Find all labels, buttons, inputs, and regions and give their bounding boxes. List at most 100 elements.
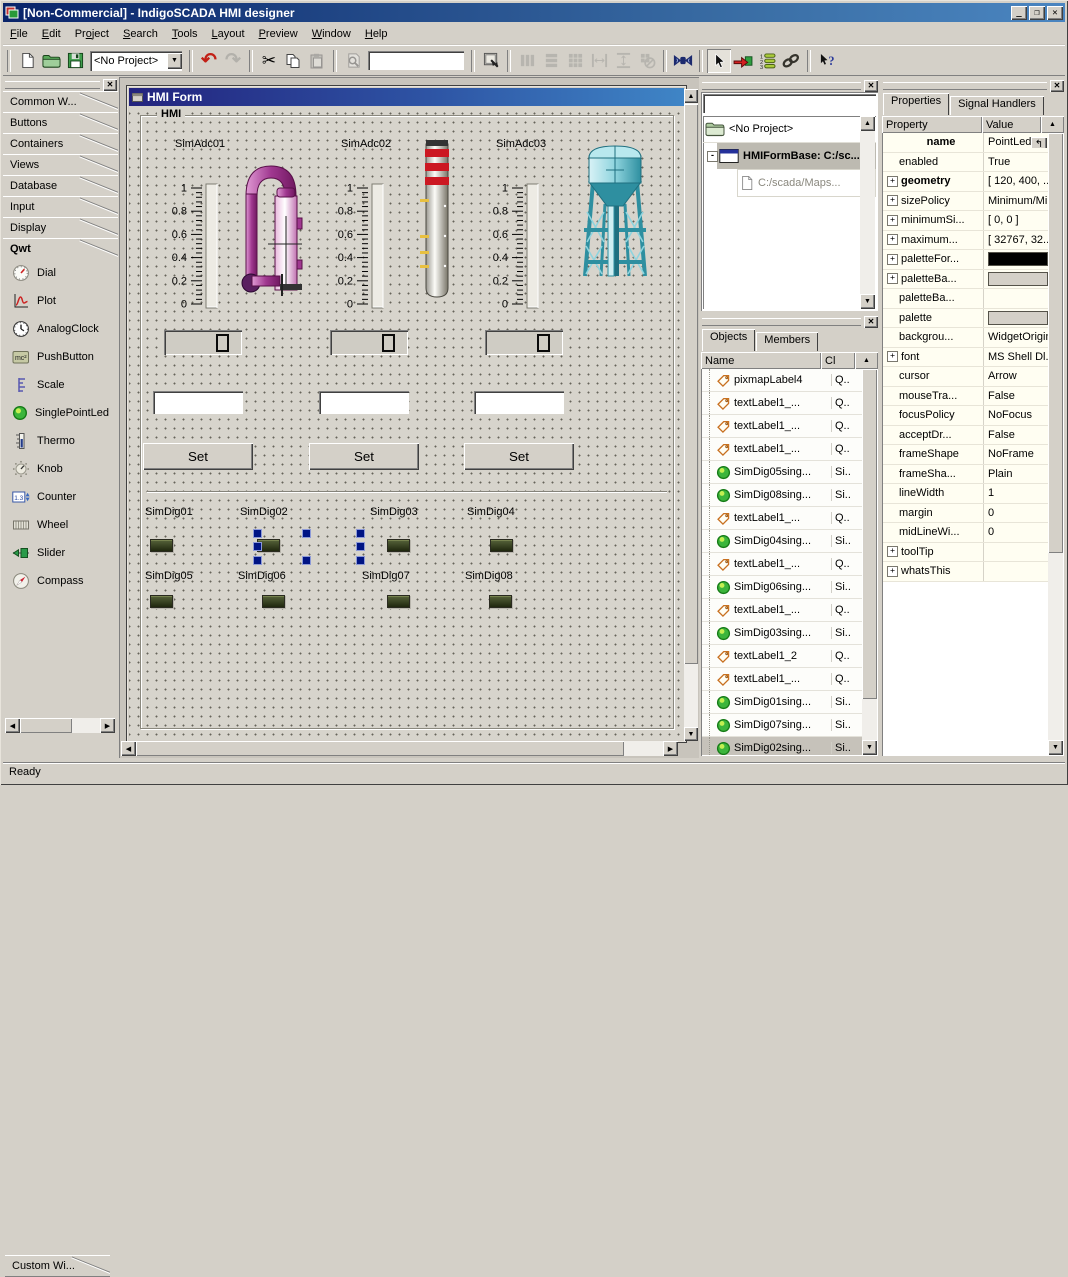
- object-row-simdig04sing[interactable]: SimDig04sing...Si..: [702, 530, 862, 553]
- led-simdig01[interactable]: [150, 539, 173, 552]
- layout-split-vertical-button[interactable]: [611, 49, 635, 73]
- scroll-thumb[interactable]: [862, 369, 877, 699]
- property-row-name[interactable]: namePointLed↰: [883, 133, 1048, 153]
- scroll-thumb[interactable]: [1048, 133, 1063, 553]
- object-row-textlabel1[interactable]: textLabel1_...Q..: [702, 392, 862, 415]
- property-row-palettefor[interactable]: +paletteFor...: [883, 250, 1048, 270]
- wizard-button[interactable]: [671, 49, 695, 73]
- led-simdig08[interactable]: [489, 595, 512, 608]
- property-row-enabled[interactable]: enabledTrue: [883, 153, 1048, 173]
- set-button[interactable]: Set: [309, 443, 419, 470]
- widget-item-knob[interactable]: Knob: [3, 455, 118, 483]
- property-row-focuspolicy[interactable]: focusPolicyNoFocus: [883, 406, 1048, 426]
- scroll-up-icon[interactable]: ▲: [684, 89, 698, 103]
- tree-node-project[interactable]: <No Project>: [703, 116, 876, 143]
- object-row-simdig02sing[interactable]: SimDig02sing...Si..: [702, 737, 862, 755]
- scroll-down-icon[interactable]: ▼: [860, 294, 875, 309]
- value-input[interactable]: [474, 391, 564, 414]
- tab-order-button[interactable]: 123: [755, 49, 779, 73]
- expand-icon[interactable]: +: [887, 254, 898, 265]
- property-row-minimumsi[interactable]: +minimumSi...[ 0, 0 ]: [883, 211, 1048, 231]
- object-row-simdig01sing[interactable]: SimDig01sing...Si..: [702, 691, 862, 714]
- object-row-simdig06sing[interactable]: SimDig06sing...Si..: [702, 576, 862, 599]
- tab-members[interactable]: Members: [756, 332, 818, 351]
- cut-button[interactable]: ✂: [257, 49, 281, 73]
- whats-this-button[interactable]: ?: [815, 49, 839, 73]
- find-input[interactable]: [368, 51, 464, 70]
- property-row-palette[interactable]: palette: [883, 309, 1048, 329]
- menu-tools[interactable]: Tools: [165, 25, 205, 43]
- expand-icon[interactable]: +: [887, 566, 898, 577]
- property-row-maximum[interactable]: +maximum...[ 32767, 32...: [883, 231, 1048, 251]
- dock-grip[interactable]: [5, 81, 100, 89]
- set-button[interactable]: Set: [464, 443, 574, 470]
- scroll-down-icon[interactable]: ▼: [684, 727, 698, 741]
- widget-item-analogclock[interactable]: AnalogClock: [3, 315, 118, 343]
- scale-widget[interactable]: 10.80.60.40.20: [165, 182, 221, 314]
- canvas-vscrollbar[interactable]: ▲ ▼: [684, 89, 698, 741]
- scroll-right-icon[interactable]: ▶: [100, 718, 115, 733]
- object-row-textlabel1[interactable]: textLabel1_...Q..: [702, 599, 862, 622]
- column-name[interactable]: Name: [701, 352, 821, 369]
- led-simdig06[interactable]: [262, 595, 285, 608]
- property-row-acceptdr[interactable]: acceptDr...False: [883, 426, 1048, 446]
- scroll-down-icon[interactable]: ▼: [862, 740, 877, 755]
- panel-close-icon[interactable]: ✕: [864, 316, 878, 328]
- expand-icon[interactable]: +: [887, 176, 898, 187]
- property-row-cursor[interactable]: cursorArrow: [883, 367, 1048, 387]
- object-row-textlabel1[interactable]: textLabel1_...Q..: [702, 415, 862, 438]
- object-row-textlabel1[interactable]: textLabel1_...Q..: [702, 507, 862, 530]
- tree-node-file[interactable]: C:/scada/Maps...: [737, 169, 876, 197]
- menu-layout[interactable]: Layout: [205, 25, 252, 43]
- property-row-paletteba[interactable]: +paletteBa...: [883, 270, 1048, 290]
- dock-grip[interactable]: [702, 318, 861, 326]
- color-swatch[interactable]: [988, 252, 1048, 266]
- widget-item-compass[interactable]: Compass: [3, 567, 118, 595]
- set-button[interactable]: Set: [143, 443, 253, 470]
- find-button[interactable]: [341, 49, 365, 73]
- category-common-w---[interactable]: Common W...: [3, 91, 118, 112]
- layout-grid-button[interactable]: [563, 49, 587, 73]
- menu-edit[interactable]: Edit: [35, 25, 68, 43]
- property-row-geometry[interactable]: +geometry[ 120, 400, ...: [883, 172, 1048, 192]
- widget-item-slider[interactable]: Slider: [3, 539, 118, 567]
- menu-help[interactable]: Help: [358, 25, 395, 43]
- widget-item-counter[interactable]: 1.3Counter: [3, 483, 118, 511]
- paste-button[interactable]: [305, 49, 329, 73]
- break-layout-button[interactable]: [635, 49, 659, 73]
- property-row-mousetra[interactable]: mouseTra...False: [883, 387, 1048, 407]
- scroll-thumb[interactable]: [684, 104, 698, 664]
- scale-widget[interactable]: 10.80.60.40.20: [331, 182, 387, 314]
- new-file-button[interactable]: [15, 49, 39, 73]
- selection-handle[interactable]: [302, 529, 311, 538]
- tree-vscrollbar[interactable]: ▲ ▼: [860, 116, 875, 309]
- property-row-whatsthis[interactable]: +whatsThis: [883, 562, 1048, 582]
- save-button[interactable]: [63, 49, 87, 73]
- tab-properties[interactable]: Properties: [883, 93, 949, 115]
- copy-button[interactable]: [281, 49, 305, 73]
- scale-widget[interactable]: 10.80.60.40.20: [486, 182, 542, 314]
- undo-button[interactable]: ↶: [197, 49, 221, 73]
- led-simdig07[interactable]: [387, 595, 410, 608]
- layout-horizontal-button[interactable]: [539, 49, 563, 73]
- dock-grip[interactable]: [883, 82, 1047, 90]
- property-row-linewidth[interactable]: lineWidth1: [883, 484, 1048, 504]
- expand-icon[interactable]: +: [887, 195, 898, 206]
- restore-button[interactable]: ❐: [1029, 6, 1045, 20]
- category-containers[interactable]: Containers: [3, 133, 118, 154]
- layout-split-horizontal-button[interactable]: [587, 49, 611, 73]
- column-property[interactable]: Property: [882, 116, 982, 133]
- property-row-backgrou[interactable]: backgrou...WidgetOrigin: [883, 328, 1048, 348]
- object-row-simdig07sing[interactable]: SimDig07sing...Si..: [702, 714, 862, 737]
- minimize-button[interactable]: _: [1011, 6, 1027, 20]
- category-qwt-active[interactable]: Qwt: [3, 238, 118, 259]
- value-input[interactable]: [319, 391, 409, 414]
- menu-search[interactable]: Search: [116, 25, 165, 43]
- toolbar-handle[interactable]: [7, 50, 11, 72]
- selection-handle[interactable]: [253, 542, 262, 551]
- pointer-tool-button[interactable]: [707, 49, 731, 73]
- scroll-up-icon[interactable]: ▲: [855, 352, 878, 369]
- value-input[interactable]: [153, 391, 243, 414]
- redo-button[interactable]: ↷: [221, 49, 245, 73]
- expand-icon[interactable]: +: [887, 215, 898, 226]
